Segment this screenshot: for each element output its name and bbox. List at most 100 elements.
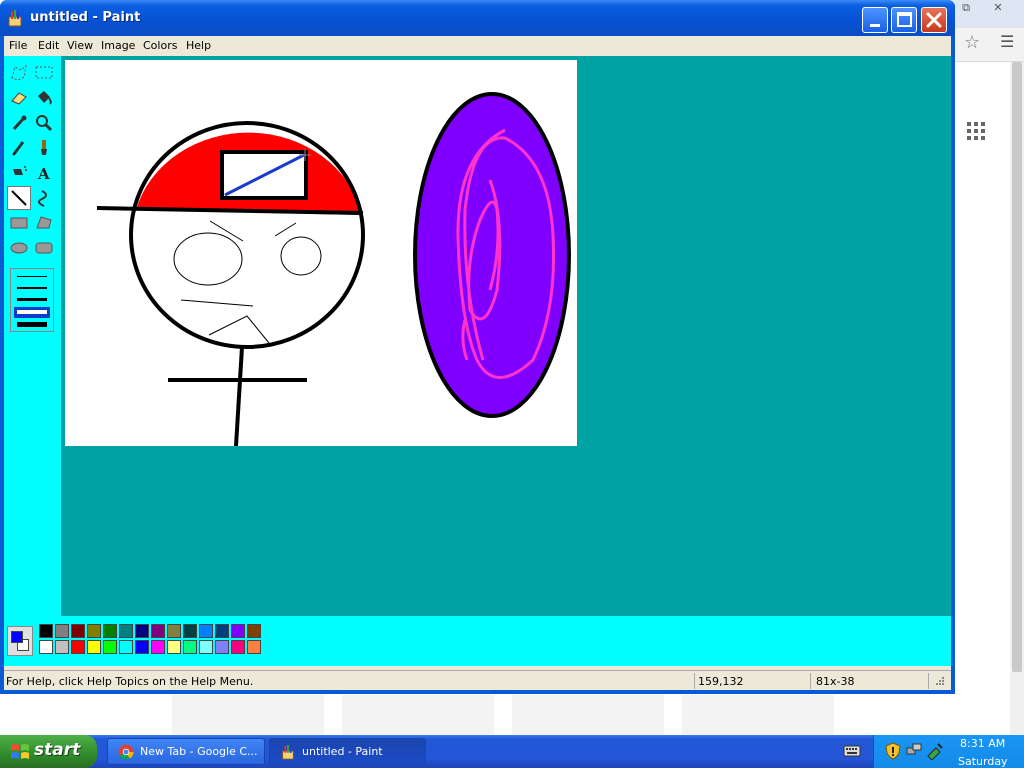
line-width-2[interactable] — [17, 287, 47, 289]
polygon-tool[interactable] — [32, 211, 56, 235]
menu-help[interactable]: Help — [186, 39, 211, 52]
start-button[interactable]: start — [0, 735, 97, 768]
chrome-restore-icon[interactable]: ⧉ — [954, 0, 978, 16]
current-colors[interactable] — [7, 626, 33, 656]
palette-swatch[interactable] — [87, 624, 101, 638]
resize-grip-icon[interactable] — [934, 675, 946, 687]
palette-swatch[interactable] — [247, 640, 261, 654]
palette-swatch[interactable] — [167, 640, 181, 654]
foreground-color-swatch[interactable] — [11, 631, 23, 643]
magnifier-tool[interactable] — [32, 111, 56, 135]
line-width-5[interactable] — [17, 322, 47, 327]
menu-edit[interactable]: Edit — [38, 39, 59, 52]
status-separator — [810, 673, 811, 689]
drawing-canvas[interactable] — [65, 60, 577, 446]
paint-app-icon — [8, 10, 22, 27]
minimize-button[interactable] — [862, 7, 888, 33]
palette-swatch[interactable] — [183, 624, 197, 638]
rectangle-tool[interactable] — [7, 211, 31, 235]
eraser-tool[interactable] — [7, 86, 31, 110]
taskbar-item-label: untitled - Paint — [302, 745, 383, 758]
chrome-scrollbar-thumb[interactable] — [1012, 62, 1022, 672]
minimize-icon — [870, 24, 880, 27]
security-shield-icon[interactable] — [884, 742, 902, 760]
chrome-menu-icon[interactable]: ☰ — [1000, 32, 1014, 51]
maximize-button[interactable] — [891, 7, 917, 33]
client-area: A For Help, click Help Topics on the Hel… — [4, 56, 951, 690]
status-coordinates: 159,132 — [698, 675, 744, 688]
chrome-tile — [342, 695, 494, 735]
ellipse-tool[interactable] — [7, 236, 31, 260]
line-width-4-selected[interactable] — [14, 307, 50, 318]
menu-view[interactable]: View — [67, 39, 93, 52]
right-brow — [274, 222, 297, 237]
window-title: untitled - Paint — [30, 10, 141, 25]
left-eye — [173, 232, 243, 286]
palette-swatch[interactable] — [39, 640, 53, 654]
palette-swatch[interactable] — [39, 624, 53, 638]
palette-swatch[interactable] — [151, 624, 165, 638]
paint-window: untitled - Paint File Edit View Image Co… — [0, 0, 955, 694]
palette-swatch[interactable] — [215, 640, 229, 654]
title-bar[interactable]: untitled - Paint — [0, 0, 955, 36]
select-tool[interactable] — [32, 61, 56, 85]
palette-swatch[interactable] — [247, 624, 261, 638]
brush-tool[interactable] — [32, 136, 56, 160]
clock-time[interactable]: 8:31 AM — [960, 737, 1005, 750]
chrome-titlebar: ⧉ ✕ — [950, 0, 1024, 28]
chrome-tile — [512, 695, 664, 735]
menu-colors[interactable]: Colors — [143, 39, 177, 52]
taskbar: start New Tab - Google C... untitled - P… — [0, 735, 1024, 768]
palette-swatch[interactable] — [135, 624, 149, 638]
palette-swatch[interactable] — [103, 640, 117, 654]
nose-lines — [208, 315, 270, 344]
chrome-scrollbar[interactable] — [1010, 62, 1024, 735]
clock-day: Saturday — [958, 755, 1008, 768]
bookmark-star-icon[interactable]: ☆ — [964, 32, 980, 53]
close-button[interactable] — [921, 7, 947, 33]
palette-swatch[interactable] — [119, 640, 133, 654]
palette-swatch[interactable] — [55, 624, 69, 638]
pencil-tool[interactable] — [7, 136, 31, 160]
taskbar-item-paint[interactable]: untitled - Paint — [269, 738, 426, 765]
palette-swatch[interactable] — [71, 640, 85, 654]
airbrush-tool[interactable] — [7, 161, 31, 185]
status-separator — [694, 673, 695, 689]
close-icon — [926, 12, 942, 28]
taskbar-item-chrome[interactable]: New Tab - Google C... — [107, 738, 265, 765]
fill-tool[interactable] — [32, 86, 56, 110]
text-tool[interactable]: A — [32, 161, 56, 185]
palette-swatch[interactable] — [87, 640, 101, 654]
palette-swatch[interactable] — [151, 640, 165, 654]
start-label: start — [34, 740, 81, 760]
chrome-toolbar: ☆ ☰ — [950, 28, 1024, 62]
apps-grid-icon[interactable] — [967, 122, 985, 140]
line-tool[interactable] — [7, 186, 31, 210]
pick-color-tool[interactable] — [7, 111, 31, 135]
keyboard-icon[interactable] — [843, 742, 861, 760]
palette-swatch[interactable] — [167, 624, 181, 638]
safely-remove-hardware-icon[interactable] — [926, 742, 944, 760]
network-icon[interactable] — [905, 742, 923, 760]
palette-swatch[interactable] — [71, 624, 85, 638]
free-form-select-tool[interactable] — [7, 61, 31, 85]
palette-swatch[interactable] — [215, 624, 229, 638]
menu-image[interactable]: Image — [101, 39, 135, 52]
line-width-1[interactable] — [17, 276, 47, 277]
purple-oval — [413, 92, 571, 418]
chrome-close-icon[interactable]: ✕ — [986, 0, 1010, 16]
palette-swatch[interactable] — [103, 624, 117, 638]
palette-swatch[interactable] — [135, 640, 149, 654]
palette-swatch[interactable] — [119, 624, 133, 638]
palette-swatch[interactable] — [199, 640, 213, 654]
palette-swatch[interactable] — [183, 640, 197, 654]
rounded-rectangle-tool[interactable] — [32, 236, 56, 260]
palette-swatch[interactable] — [231, 640, 245, 654]
line-width-3[interactable] — [17, 298, 47, 301]
palette-swatch[interactable] — [199, 624, 213, 638]
menu-file[interactable]: File — [9, 39, 27, 52]
palette-swatch[interactable] — [55, 640, 69, 654]
line-width-selector — [10, 268, 54, 332]
palette-swatch[interactable] — [231, 624, 245, 638]
curve-tool[interactable] — [32, 186, 56, 210]
